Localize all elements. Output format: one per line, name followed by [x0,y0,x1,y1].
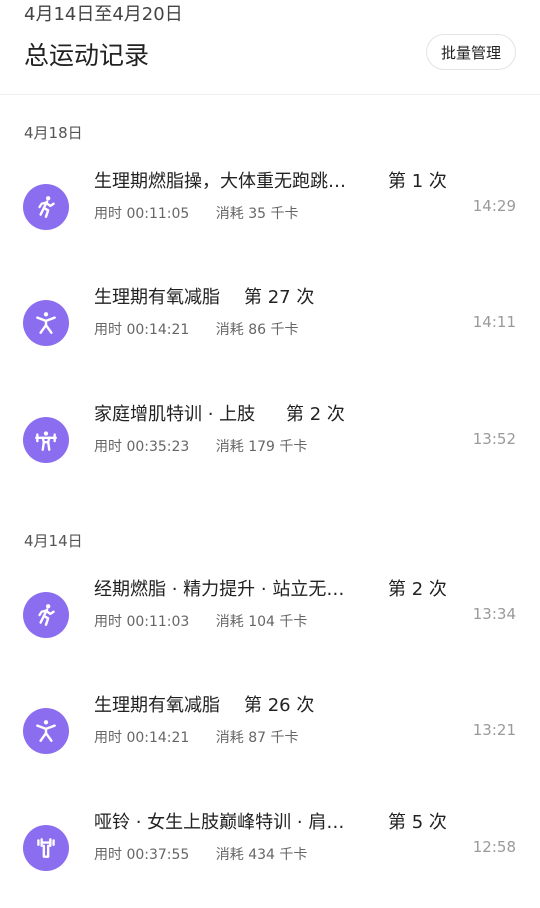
workout-name: 生理期有氧减脂 [94,695,220,716]
batch-manage-button[interactable]: 批量管理 [425,34,516,70]
workout-name: 家庭增肌特训 · 上肢 [94,404,256,425]
workout-duration: 用时 00:35:23 [94,439,190,455]
workout-time: 14:29 [472,197,516,215]
workout-record[interactable]: 经期燃脂 · 精力提升 · 站立无… 第 2 次 用时 00:11:03 消耗 … [0,565,540,655]
star-jump-figure-icon [23,708,69,754]
workout-duration: 用时 00:11:05 [94,206,190,222]
workout-duration: 用时 00:14:21 [94,730,190,746]
workout-name: 生理期燃脂操，大体重无跑跳… [94,171,346,192]
group-date-label: 4月18日 [24,124,83,142]
workout-count: 第 1 次 [388,171,447,192]
workout-name: 经期燃脂 · 精力提升 · 站立无… [94,579,345,600]
workout-time: 13:34 [472,605,516,623]
workout-count: 第 5 次 [388,812,447,833]
workout-time: 14:11 [472,313,516,331]
workout-record[interactable]: 家庭增肌特训 · 上肢 第 2 次 用时 00:35:23 消耗 179 千卡 … [0,390,540,480]
workout-calories: 消耗 87 千卡 [215,730,299,746]
workout-meta: 用时 00:37:55 消耗 434 千卡 [94,844,307,864]
workout-count: 第 27 次 [244,287,315,308]
group-date-label: 4月14日 [24,532,83,550]
workout-time: 13:21 [472,721,516,739]
workout-duration: 用时 00:37:55 [94,847,190,863]
workout-calories: 消耗 86 千卡 [215,322,299,338]
workout-duration: 用时 00:14:21 [94,322,190,338]
header: 4月14日至4月20日 总运动记录 批量管理 [0,0,540,95]
workout-record[interactable]: 生理期有氧减脂 第 27 次 用时 00:14:21 消耗 86 千卡 14:1… [0,273,540,363]
workout-time: 13:52 [472,430,516,448]
running-figure-icon [23,184,69,230]
workout-record[interactable]: 生理期有氧减脂 第 26 次 用时 00:14:21 消耗 87 千卡 13:2… [0,681,540,771]
workout-meta: 用时 00:14:21 消耗 87 千卡 [94,727,299,747]
star-jump-figure-icon [23,300,69,346]
workout-meta: 用时 00:11:03 消耗 104 千卡 [94,611,307,631]
workout-count: 第 26 次 [244,695,315,716]
date-range-label: 4月14日至4月20日 [24,4,183,25]
workout-calories: 消耗 179 千卡 [215,439,308,455]
workout-meta: 用时 00:14:21 消耗 86 千卡 [94,319,299,339]
weightlifting-figure-icon [23,417,69,463]
page-title: 总运动记录 [24,41,150,70]
workout-meta: 用时 00:35:23 消耗 179 千卡 [94,436,307,456]
workout-meta: 用时 00:11:05 消耗 35 千卡 [94,203,299,223]
workout-count: 第 2 次 [286,404,345,425]
workout-time: 12:58 [472,838,516,856]
workout-record[interactable]: 生理期燃脂操，大体重无跑跳… 第 1 次 用时 00:11:05 消耗 35 千… [0,157,540,247]
dumbbell-icon [23,825,69,871]
running-figure-icon [23,592,69,638]
workout-calories: 消耗 434 千卡 [215,847,308,863]
workout-record[interactable]: 哑铃 · 女生上肢巅峰特训 · 肩… 第 5 次 用时 00:37:55 消耗 … [0,798,540,888]
workout-name: 哑铃 · 女生上肢巅峰特训 · 肩… [94,812,345,833]
workout-calories: 消耗 35 千卡 [215,206,299,222]
workout-count: 第 2 次 [388,579,447,600]
workout-name: 生理期有氧减脂 [94,287,220,308]
workout-duration: 用时 00:11:03 [94,614,190,630]
workout-calories: 消耗 104 千卡 [215,614,308,630]
